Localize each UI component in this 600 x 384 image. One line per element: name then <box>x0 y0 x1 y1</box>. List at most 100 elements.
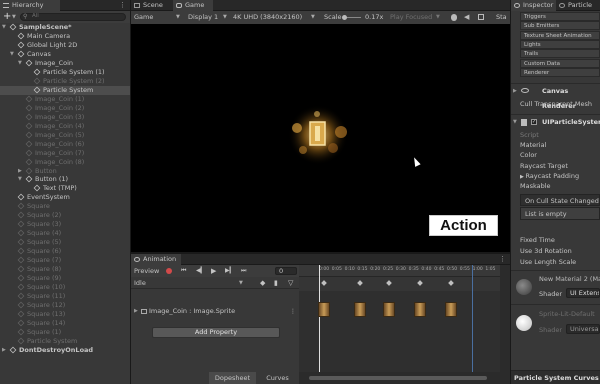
timeline-vertical-scrollbar[interactable] <box>500 265 510 372</box>
bug-icon[interactable] <box>451 14 457 21</box>
hierarchy-item[interactable]: Square (6) <box>0 247 130 256</box>
mute-audio-icon[interactable]: ◀ <box>464 11 469 24</box>
particle-module-item[interactable]: Custom Data <box>520 58 600 68</box>
play-icon[interactable]: ▶ <box>211 265 216 277</box>
frame-field[interactable]: 0 <box>275 267 297 275</box>
summary-keyframe[interactable] <box>417 280 423 286</box>
chevron-down-icon[interactable]: ▼ <box>12 14 16 20</box>
hierarchy-item[interactable]: Image_Coin (2) <box>0 104 130 113</box>
expand-arrow-icon[interactable]: ▶ <box>2 346 6 355</box>
hierarchy-item[interactable]: ▶ Button <box>0 167 130 176</box>
record-icon[interactable] <box>166 268 172 274</box>
hierarchy-item[interactable]: Square (5) <box>0 238 130 247</box>
add-icon[interactable]: + <box>3 11 11 23</box>
clip-dropdown[interactable]: Idle <box>134 277 146 289</box>
canvas-renderer-header[interactable]: ▶ Canvas Renderer <box>511 83 600 110</box>
hierarchy-item[interactable]: Image_Coin (7) <box>0 149 130 158</box>
particle-module-item[interactable]: Triggers <box>520 12 600 21</box>
sprite-keyframe[interactable] <box>444 302 457 317</box>
sprite-keyframe[interactable] <box>317 302 330 317</box>
sprite-keyframe[interactable] <box>354 302 367 317</box>
expand-arrow-icon[interactable]: ▼ <box>18 59 22 68</box>
resolution-dropdown[interactable]: 4K UHD (3840x2160) <box>233 11 302 24</box>
shader-dropdown[interactable]: UI Extensi <box>566 288 600 298</box>
material-1[interactable]: New Material 2 (Ma Shader UI Extensi <box>511 270 600 303</box>
expand-arrow-icon[interactable]: ▼ <box>10 50 14 59</box>
component-prop-row[interactable]: ▶ Raycast Padding <box>511 171 600 181</box>
tab-particle-effect[interactable]: Particle Ef <box>556 0 600 11</box>
scrollbar-thumb[interactable] <box>309 376 487 380</box>
hierarchy-item[interactable]: Square (8) <box>0 265 130 274</box>
particle-module-item[interactable]: Trails <box>520 49 600 59</box>
hierarchy-item[interactable]: Text (TMP) <box>0 184 130 193</box>
property-options-icon[interactable]: ⋮ <box>290 306 296 317</box>
filter-icon[interactable]: ▽ <box>288 277 293 289</box>
hierarchy-item[interactable]: Particle System <box>0 85 130 95</box>
property-row[interactable]: ▶ Image_Coin : Image.Sprite ⋮ <box>131 306 299 317</box>
particle-module-item[interactable]: Renderer <box>520 67 600 77</box>
dopesheet-timeline[interactable]: 0:00 0:05 0:10 0:15 0:20 0:25 0:30 0:35 0:40 0:45… <box>299 265 500 372</box>
hierarchy-item[interactable]: Image_Coin (4) <box>0 122 130 131</box>
expand-arrow-icon[interactable]: ▶ <box>134 306 138 317</box>
add-event-icon[interactable]: ▮ <box>274 277 278 289</box>
expand-arrow-icon[interactable]: ▶ <box>513 84 517 99</box>
expand-arrow-icon[interactable]: ▼ <box>18 175 22 184</box>
more-options-icon[interactable]: ⋮ <box>119 1 126 9</box>
tab-curves[interactable]: Curves <box>256 372 299 384</box>
hierarchy-item[interactable]: Square (7) <box>0 256 130 265</box>
hierarchy-item[interactable]: Particle System (1) <box>0 68 130 77</box>
component-prop-row[interactable]: Raycast Target <box>511 161 600 171</box>
first-key-icon[interactable]: ⏮ <box>181 265 186 277</box>
cull-transparent-mesh-row[interactable]: Cull Transparent Mesh <box>511 99 600 109</box>
add-keyframe-icon[interactable]: ◆ <box>260 277 265 289</box>
hierarchy-item[interactable]: Square (13) <box>0 310 130 319</box>
action-button[interactable]: Action <box>429 215 498 236</box>
hierarchy-item[interactable]: Image_Coin (6) <box>0 140 130 149</box>
preview-toggle[interactable]: Preview <box>134 265 159 277</box>
scale-slider-handle[interactable] <box>342 15 347 20</box>
hierarchy-item[interactable]: Square (9) <box>0 274 130 283</box>
last-key-icon[interactable]: ⏭ <box>241 265 246 277</box>
particle-module-item[interactable]: Texture Sheet Animation <box>520 30 600 40</box>
component-prop-row[interactable]: Material <box>511 140 600 150</box>
summary-keyframe[interactable] <box>386 280 393 286</box>
timeline-horizontal-scrollbar[interactable] <box>299 372 510 384</box>
play-focused-dropdown[interactable]: Play Focused <box>390 11 432 24</box>
hierarchy-item[interactable]: Square (11) <box>0 292 130 301</box>
hierarchy-item[interactable]: Square (4) <box>0 229 130 238</box>
stats-button[interactable]: Sta <box>496 11 507 24</box>
hierarchy-item[interactable]: Main Camera <box>0 32 130 41</box>
time-ruler[interactable]: 0:00 0:05 0:10 0:15 0:20 0:25 0:30 0:35 0:40 0:45… <box>299 265 500 277</box>
expand-arrow-icon[interactable]: ▶ <box>18 167 22 176</box>
hierarchy-item[interactable]: EventSystem <box>0 193 130 202</box>
uiparticle-header[interactable]: ▼ ✓ UIParticleSystem <box>511 114 600 129</box>
hierarchy-item[interactable]: Image_Coin (5) <box>0 131 130 140</box>
hierarchy-item[interactable]: Square (10) <box>0 283 130 292</box>
more-options-icon[interactable]: ⋮ <box>499 255 506 263</box>
hierarchy-item[interactable]: Square <box>0 202 130 211</box>
scale-slider[interactable] <box>342 15 361 20</box>
hierarchy-item[interactable]: ▼ SampleScene* <box>0 23 130 32</box>
hierarchy-item[interactable]: Image_Coin (3) <box>0 113 130 122</box>
tab-inspector[interactable]: Inspector <box>511 0 556 11</box>
summary-keyframe[interactable] <box>320 280 327 286</box>
sprite-keyframe[interactable] <box>413 302 426 317</box>
hierarchy-item[interactable]: Square (1) <box>0 328 130 337</box>
hierarchy-item[interactable]: Square (3) <box>0 220 130 229</box>
particle-module-item[interactable]: Sub Emitters <box>520 21 600 31</box>
game-mode-dropdown[interactable]: Game <box>134 11 153 24</box>
component-prop-row[interactable]: Maskable <box>511 181 600 191</box>
hierarchy-item[interactable]: Square (14) <box>0 319 130 328</box>
hierarchy-item[interactable]: Particle System <box>0 337 130 346</box>
particle-module-item[interactable]: Lights <box>520 39 600 49</box>
use-length-scale-row[interactable]: Use Length Scale <box>511 257 600 267</box>
summary-keyframe[interactable] <box>357 280 364 286</box>
fixed-time-row[interactable]: Fixed Time <box>511 235 600 245</box>
tab-hierarchy[interactable]: Hierarchy <box>0 0 60 11</box>
shader-dropdown[interactable]: Universal <box>566 324 600 334</box>
sprite-keyframe[interactable] <box>383 302 396 317</box>
hierarchy-item[interactable]: ▼ Button (1) <box>0 175 130 184</box>
tab-animation[interactable]: Animation <box>131 254 181 265</box>
prev-key-icon[interactable]: ◀▎ <box>196 265 205 277</box>
hierarchy-search-input[interactable]: ⚲ All <box>20 13 126 21</box>
